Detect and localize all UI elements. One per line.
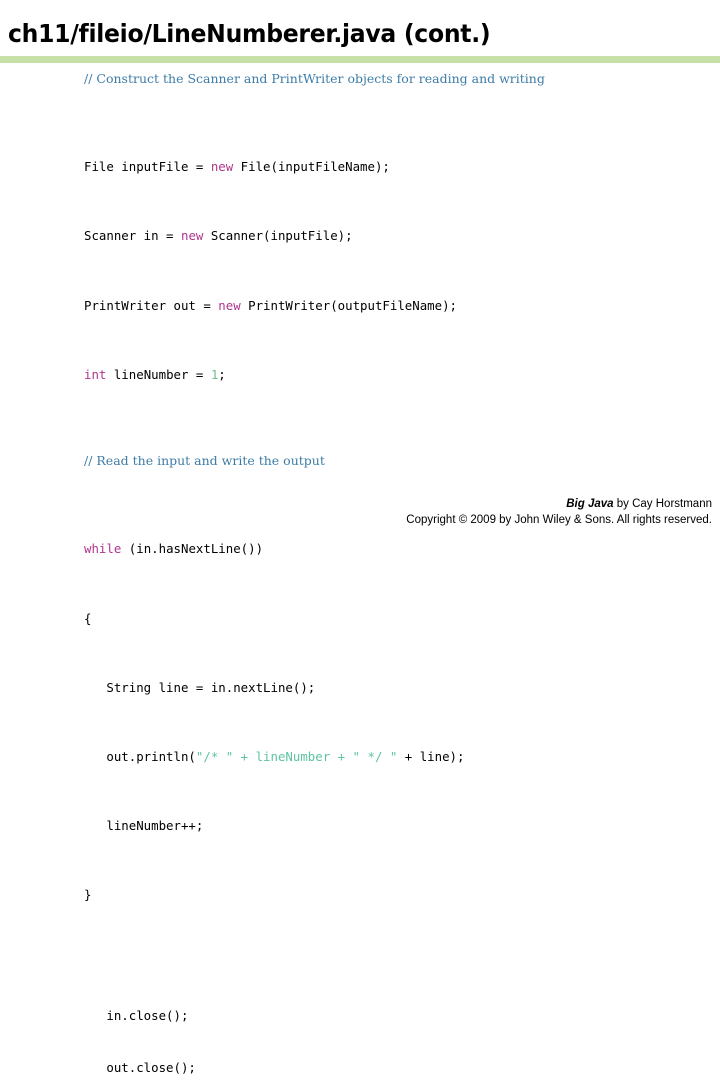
code-token-keyword: int <box>84 366 107 382</box>
footer-book-title: Big Java <box>566 498 614 510</box>
code-line-increment: lineNumber++; <box>84 818 204 834</box>
code-line-while: while (in.hasNextLine()) <box>84 540 720 557</box>
title-divider-rule <box>0 56 720 63</box>
code-statement-block-loop: while (in.hasNextLine()) { String line =… <box>0 506 720 938</box>
slide-footer: Big Java by Cay Horstmann Copyright © 20… <box>0 496 712 528</box>
footer-copyright: Copyright © 2009 by John Wiley & Sons. A… <box>406 514 712 526</box>
code-comment-read-write: // Read the input and write the output <box>84 453 325 469</box>
code-line-close-brace-loop: } <box>84 887 92 903</box>
code-line-printwriter-decl: PrintWriter out = new PrintWriter(output… <box>84 297 720 314</box>
code-token-text: Scanner in = <box>84 228 181 244</box>
code-token-string: "/* " + lineNumber + " */ " <box>195 748 398 764</box>
code-token-text: File inputFile = <box>84 159 211 175</box>
code-line-open-brace: { <box>84 610 92 626</box>
code-token-keyword: new <box>210 159 234 175</box>
code-token-text: PrintWriter out = <box>84 297 219 313</box>
code-token-text: File(inputFileName); <box>233 159 390 175</box>
code-token-text: out.println( <box>84 748 196 764</box>
code-line-in-close: in.close(); <box>84 1008 189 1024</box>
code-spacer <box>0 89 720 106</box>
footer-attribution: Big Java by Cay Horstmann <box>0 496 712 512</box>
code-spacer <box>0 938 720 955</box>
code-line-string-decl: String line = in.nextLine(); <box>84 679 316 695</box>
code-spacer <box>0 106 720 123</box>
code-line-file-decl: File inputFile = new File(inputFileName)… <box>84 158 720 175</box>
code-token-text: lineNumber = <box>106 366 211 382</box>
code-token-text: PrintWriter(outputFileName); <box>240 297 458 313</box>
code-listing: // Construct the Scanner and PrintWriter… <box>0 70 720 1080</box>
code-statement-block-declarations: File inputFile = new File(inputFileName)… <box>0 124 720 418</box>
code-statement-block-close: in.close(); out.close(); <box>0 973 720 1080</box>
code-spacer <box>0 418 720 435</box>
code-line-linenumber-decl: int lineNumber = 1; <box>84 366 720 383</box>
code-spacer <box>0 471 720 488</box>
code-line-println: out.println("/* " + lineNumber + " */ " … <box>84 748 720 765</box>
code-token-keyword: while <box>84 541 122 557</box>
code-token-text: ; <box>218 366 226 382</box>
code-spacer <box>0 435 720 452</box>
code-token-text: (in.hasNextLine()) <box>121 541 264 557</box>
code-token-keyword: new <box>218 297 241 313</box>
code-token-text: Scanner(inputFile); <box>203 228 353 244</box>
code-token-text: + line); <box>397 748 465 764</box>
code-line-scanner-decl: Scanner in = new Scanner(inputFile); <box>84 227 720 244</box>
code-spacer <box>0 956 720 973</box>
footer-byline: by Cay Horstmann <box>613 498 712 510</box>
page-title: ch11/fileio/LineNumberer.java (cont.) <box>8 19 491 48</box>
code-comment-construct: // Construct the Scanner and PrintWriter… <box>84 71 545 86</box>
code-line-out-close: out.close(); <box>84 1060 196 1076</box>
code-token-keyword: new <box>180 228 204 244</box>
